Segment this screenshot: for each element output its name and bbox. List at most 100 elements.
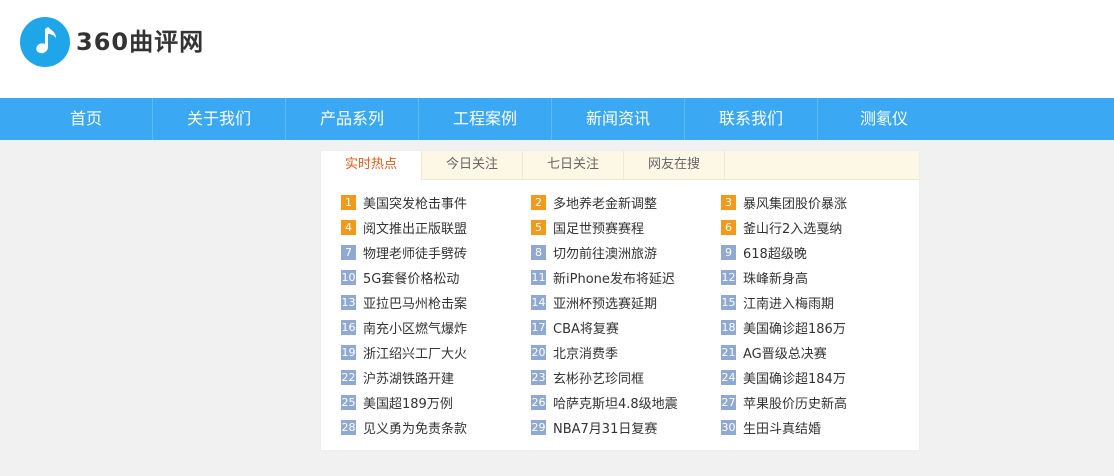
nav-item-about[interactable]: 关于我们 — [153, 98, 286, 140]
tab-week-focus[interactable]: 七日关注 — [523, 151, 624, 179]
list-item[interactable]: 6 釜山行2入选戛纳 — [721, 218, 901, 237]
rank-badge: 29 — [531, 419, 546, 435]
rank-badge: 1 — [341, 194, 356, 210]
list-item[interactable]: 15 江南进入梅雨期 — [721, 293, 901, 312]
hot-item-title[interactable]: 釜山行2入选戛纳 — [743, 218, 842, 237]
tab-realtime-hot[interactable]: 实时热点 — [321, 151, 422, 180]
list-item[interactable]: 3 暴风集团股价暴涨 — [721, 193, 901, 212]
list-item[interactable]: 22 沪苏湖铁路开建 — [341, 368, 531, 387]
hot-item-title[interactable]: 618超级晚 — [743, 243, 807, 262]
hot-item-title[interactable]: 见义勇为免责条款 — [363, 418, 467, 437]
list-item[interactable]: 21 AG晋级总决赛 — [721, 343, 901, 362]
hot-tabs: 实时热点 今日关注 七日关注 网友在搜 — [321, 151, 919, 180]
hot-item-title[interactable]: 亚拉巴马州枪击案 — [363, 293, 467, 312]
rank-badge: 28 — [341, 419, 356, 435]
list-item[interactable]: 7 物理老师徒手劈砖 — [341, 243, 531, 262]
list-item[interactable]: 8 切勿前往澳洲旅游 — [531, 243, 721, 262]
rank-badge: 24 — [721, 369, 736, 385]
rank-badge: 18 — [721, 319, 736, 335]
list-item[interactable]: 13 亚拉巴马州枪击案 — [341, 293, 531, 312]
hot-item-title[interactable]: 北京消费季 — [553, 343, 618, 362]
hot-item-title[interactable]: 5G套餐价格松动 — [363, 268, 459, 287]
hot-item-title[interactable]: 美国确诊超184万 — [743, 368, 846, 387]
hot-item-title[interactable]: 新iPhone发布将延迟 — [553, 268, 675, 287]
hot-item-title[interactable]: AG晋级总决赛 — [743, 343, 827, 362]
list-item[interactable]: 25 美国超189万例 — [341, 393, 531, 412]
nav-item-contact[interactable]: 联系我们 — [685, 98, 818, 140]
rank-badge: 17 — [531, 319, 546, 335]
list-item[interactable]: 19 浙江绍兴工厂大火 — [341, 343, 531, 362]
hot-item-title[interactable]: 江南进入梅雨期 — [743, 293, 834, 312]
hot-item-title[interactable]: 亚洲杯预选赛延期 — [553, 293, 657, 312]
rank-badge: 26 — [531, 394, 546, 410]
hot-item-title[interactable]: 玄彬孙艺珍同框 — [553, 368, 644, 387]
tab-today-focus[interactable]: 今日关注 — [422, 151, 523, 179]
hot-list: 1 美国突发枪击事件 2 多地养老金新调整 3 暴风集团股价暴涨 4 阅文推出正版联盟 5 国足世… — [341, 193, 901, 437]
list-item[interactable]: 28 见义勇为免责条款 — [341, 418, 531, 437]
hot-item-title[interactable]: 美国确诊超186万 — [743, 318, 846, 337]
rank-badge: 22 — [341, 369, 356, 385]
hot-item-title[interactable]: 美国突发枪击事件 — [363, 193, 467, 212]
list-item[interactable]: 2 多地养老金新调整 — [531, 193, 721, 212]
hot-item-title[interactable]: 生田斗真结婚 — [743, 418, 821, 437]
list-item[interactable]: 24 美国确诊超184万 — [721, 368, 901, 387]
nav-item-home[interactable]: 首页 — [20, 98, 153, 140]
site-name: 360曲评网 — [76, 28, 205, 56]
list-item[interactable]: 27 苹果股价历史新高 — [721, 393, 901, 412]
list-item[interactable]: 12 珠峰新身高 — [721, 268, 901, 287]
list-item[interactable]: 5 国足世预赛赛程 — [531, 218, 721, 237]
site-logo[interactable]: 360曲评网 — [20, 17, 204, 67]
list-item[interactable]: 10 5G套餐价格松动 — [341, 268, 531, 287]
hot-search-panel: 实时热点 今日关注 七日关注 网友在搜 1 美国突发枪击事件 2 多地养老金新调整 3 暴… — [320, 150, 920, 451]
list-item[interactable]: 17 CBA将复赛 — [531, 318, 721, 337]
list-item[interactable]: 20 北京消费季 — [531, 343, 721, 362]
nav-item-radon-meter[interactable]: 测氡仪 — [818, 98, 950, 140]
hot-item-title[interactable]: 美国超189万例 — [363, 393, 453, 412]
list-item[interactable]: 14 亚洲杯预选赛延期 — [531, 293, 721, 312]
nav-item-products[interactable]: 产品系列 — [286, 98, 419, 140]
list-item[interactable]: 9 618超级晚 — [721, 243, 901, 262]
list-item[interactable]: 4 阅文推出正版联盟 — [341, 218, 531, 237]
list-item[interactable]: 1 美国突发枪击事件 — [341, 193, 531, 212]
rank-badge: 23 — [531, 369, 546, 385]
hot-item-title[interactable]: 珠峰新身高 — [743, 268, 808, 287]
hot-item-title[interactable]: 多地养老金新调整 — [553, 193, 657, 212]
hot-item-title[interactable]: 苹果股价历史新高 — [743, 393, 847, 412]
list-item[interactable]: 16 南充小区燃气爆炸 — [341, 318, 531, 337]
tab-netizen-search[interactable]: 网友在搜 — [624, 151, 725, 179]
rank-badge: 30 — [721, 419, 736, 435]
list-item[interactable]: 26 哈萨克斯坦4.8级地震 — [531, 393, 721, 412]
rank-badge: 4 — [341, 219, 356, 235]
hot-item-title[interactable]: NBA7月31日复赛 — [553, 418, 657, 437]
hot-item-title[interactable]: 暴风集团股价暴涨 — [743, 193, 847, 212]
hot-item-title[interactable]: 沪苏湖铁路开建 — [363, 368, 454, 387]
list-item[interactable]: 30 生田斗真结婚 — [721, 418, 901, 437]
hot-item-title[interactable]: CBA将复赛 — [553, 318, 619, 337]
rank-badge: 9 — [721, 244, 736, 260]
list-item[interactable]: 18 美国确诊超186万 — [721, 318, 901, 337]
nav-item-news[interactable]: 新闻资讯 — [552, 98, 685, 140]
nav-item-cases[interactable]: 工程案例 — [419, 98, 552, 140]
hot-item-title[interactable]: 阅文推出正版联盟 — [363, 218, 467, 237]
main-nav: 首页 关于我们 产品系列 工程案例 新闻资讯 联系我们 测氡仪 — [0, 98, 1114, 140]
list-item[interactable]: 11 新iPhone发布将延迟 — [531, 268, 721, 287]
hot-item-title[interactable]: 切勿前往澳洲旅游 — [553, 243, 657, 262]
rank-badge: 3 — [721, 194, 736, 210]
list-item[interactable]: 23 玄彬孙艺珍同框 — [531, 368, 721, 387]
hot-item-title[interactable]: 南充小区燃气爆炸 — [363, 318, 467, 337]
rank-badge: 2 — [531, 194, 546, 210]
hot-item-title[interactable]: 浙江绍兴工厂大火 — [363, 343, 467, 362]
rank-badge: 15 — [721, 294, 736, 310]
rank-badge: 8 — [531, 244, 546, 260]
rank-badge: 19 — [341, 344, 356, 360]
hot-item-title[interactable]: 哈萨克斯坦4.8级地震 — [553, 393, 678, 412]
hot-item-title[interactable]: 国足世预赛赛程 — [553, 218, 644, 237]
rank-badge: 16 — [341, 319, 356, 335]
list-item[interactable]: 29 NBA7月31日复赛 — [531, 418, 721, 437]
rank-badge: 11 — [531, 269, 546, 285]
music-note-icon — [20, 17, 70, 67]
hot-item-title[interactable]: 物理老师徒手劈砖 — [363, 243, 467, 262]
rank-badge: 12 — [721, 269, 736, 285]
rank-badge: 6 — [721, 219, 736, 235]
rank-badge: 21 — [721, 344, 736, 360]
